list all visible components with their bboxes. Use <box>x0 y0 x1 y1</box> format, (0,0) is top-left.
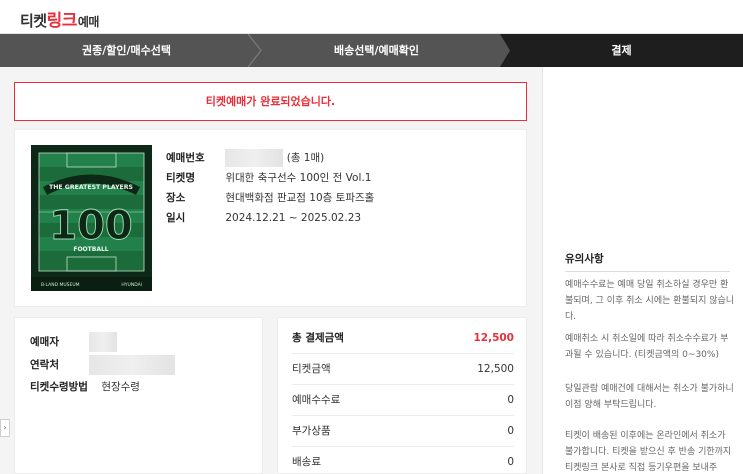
poster-brand-right: HYUNDAI <box>121 282 142 288</box>
payment-addon-value: 0 <box>507 425 514 437</box>
reservation-number-redacted <box>225 149 284 167</box>
logo-part-1: 티켓 <box>20 12 47 30</box>
poster-number: 100 <box>49 203 133 249</box>
payment-fee-label: 예매수수료 <box>292 394 341 406</box>
receive-method-value: 현장수령 <box>101 381 140 393</box>
receive-method-row: 티켓수령방법 현장수령 <box>30 376 140 398</box>
side-paragraph-3: 당일관람 예매건에 대해서는 취소가 불가하니 이점 양해 부탁드립니다. <box>565 384 734 410</box>
side-handle-icon[interactable]: › <box>0 419 10 437</box>
poster-brand-left: B·LAND MUSEUM <box>41 282 80 288</box>
payment-total-value: 12,500 <box>473 332 514 344</box>
side-paragraph-4: 티켓이 배송된 이후에는 온라인에서 취소가 불가합니다. 티켓을 받으신 후 … <box>565 431 732 473</box>
ticketlink-logo: 티켓링크예매 <box>20 6 99 31</box>
step-ticket-select: 권종/할인/매수선택 <box>82 44 171 57</box>
ticket-name-value: 위대한 축구선수 100인 전 Vol.1 <box>225 172 372 184</box>
buyer-label: 예매자 <box>30 336 59 348</box>
poster-line2: FOOTBALL <box>73 246 108 253</box>
ticket-info-panel: THE GREATEST PLAYERS 100 FOOTBALL B·LAND… <box>14 129 527 307</box>
reservation-count: (총 1매) <box>286 152 325 164</box>
logo-part-2: 링크 <box>46 11 78 31</box>
payment-fee-value: 0 <box>507 394 514 406</box>
payment-panel: 총 결제금액 12,500 티켓금액 12,500 예매수수료 0 부가상품 0… <box>277 317 527 474</box>
side-divider <box>565 271 730 272</box>
step-bar: 권종/할인/매수선택 배송선택/예매확인 결제 <box>0 34 743 67</box>
poster-line1: THE GREATEST PLAYERS <box>49 184 133 191</box>
main-content: 티켓예매가 완료되었습니다. THE GREATEST PLAYERS 100 … <box>0 67 542 474</box>
ticket-name-label: 티켓명 <box>166 172 195 184</box>
contact-label: 연락처 <box>30 359 59 371</box>
payment-addon-row: 부가상품 0 <box>292 416 514 447</box>
side-title: 유의사항 <box>565 253 604 265</box>
contact-row: 연락처 <box>30 354 176 376</box>
payment-addon-label: 부가상품 <box>292 425 331 437</box>
place-value: 현대백화점 판교점 10층 토파즈홀 <box>225 192 375 204</box>
date-row: 일시 2024.12.21 ~ 2025.02.23 <box>166 208 374 228</box>
step-divider-icon <box>247 34 262 67</box>
contact-redacted <box>89 355 176 375</box>
date-value: 2024.12.21 ~ 2025.02.23 <box>225 212 362 224</box>
receive-method-label: 티켓수령방법 <box>30 381 88 393</box>
ticket-name-row: 티켓명 위대한 축구선수 100인 전 Vol.1 <box>166 168 374 188</box>
payment-ticket-label: 티켓금액 <box>292 363 331 375</box>
payment-shipping-label: 배송료 <box>292 456 321 468</box>
step-payment: 결제 <box>500 34 743 67</box>
side-paragraph-2: 예매취소 시 취소일에 따라 취소수수료가 부과될 수 있습니다. (티켓금액의… <box>565 334 729 360</box>
payment-ticket-row: 티켓금액 12,500 <box>292 354 514 385</box>
side-paragraph-1: 예매수수료는 예매 당일 취소하실 경우만 환불되며, 그 이후 취소 시에는 … <box>565 280 735 322</box>
payment-total-row: 총 결제금액 12,500 <box>292 323 514 354</box>
payment-fee-row: 예매수수료 0 <box>292 385 514 416</box>
reservation-row: 예매번호 (총 1매) <box>166 148 374 168</box>
header: 티켓링크예매 <box>0 0 743 34</box>
buyer-info-panel: 예매자 연락처 티켓수령방법 현장수령 <box>14 317 263 474</box>
step-delivery-confirm: 배송선택/예매확인 <box>334 44 419 57</box>
payment-ticket-value: 12,500 <box>477 363 514 375</box>
payment-total-label: 총 결제금액 <box>292 332 344 344</box>
step-divider-icon <box>494 34 510 67</box>
date-label: 일시 <box>166 212 186 224</box>
place-row: 장소 현대백화점 판교점 10층 토파즈홀 <box>166 188 374 208</box>
payment-shipping-row: 배송료 0 <box>292 447 514 474</box>
notice-sidebar: 유의사항 예매수수료는 예매 당일 취소하실 경우만 환불되며, 그 이후 취소… <box>542 67 743 474</box>
ticket-info: 예매번호 (총 1매) 티켓명 위대한 축구선수 100인 전 Vol.1 장소… <box>166 148 374 228</box>
buyer-row: 예매자 <box>30 331 118 353</box>
ticket-window: 티켓링크예매 권종/할인/매수선택 배송선택/예매확인 결제 티켓예매가 완료되… <box>0 0 743 474</box>
buyer-name-redacted <box>89 332 118 352</box>
payment-shipping-value: 0 <box>507 456 514 468</box>
logo-part-3: 예매 <box>77 15 100 29</box>
poster-image: THE GREATEST PLAYERS 100 FOOTBALL B·LAND… <box>31 145 152 291</box>
place-label: 장소 <box>166 192 186 204</box>
completion-notice: 티켓예매가 완료되었습니다. <box>14 82 527 121</box>
poster-graphic: THE GREATEST PLAYERS 100 FOOTBALL B·LAND… <box>31 145 152 291</box>
reservation-label: 예매번호 <box>166 152 205 164</box>
